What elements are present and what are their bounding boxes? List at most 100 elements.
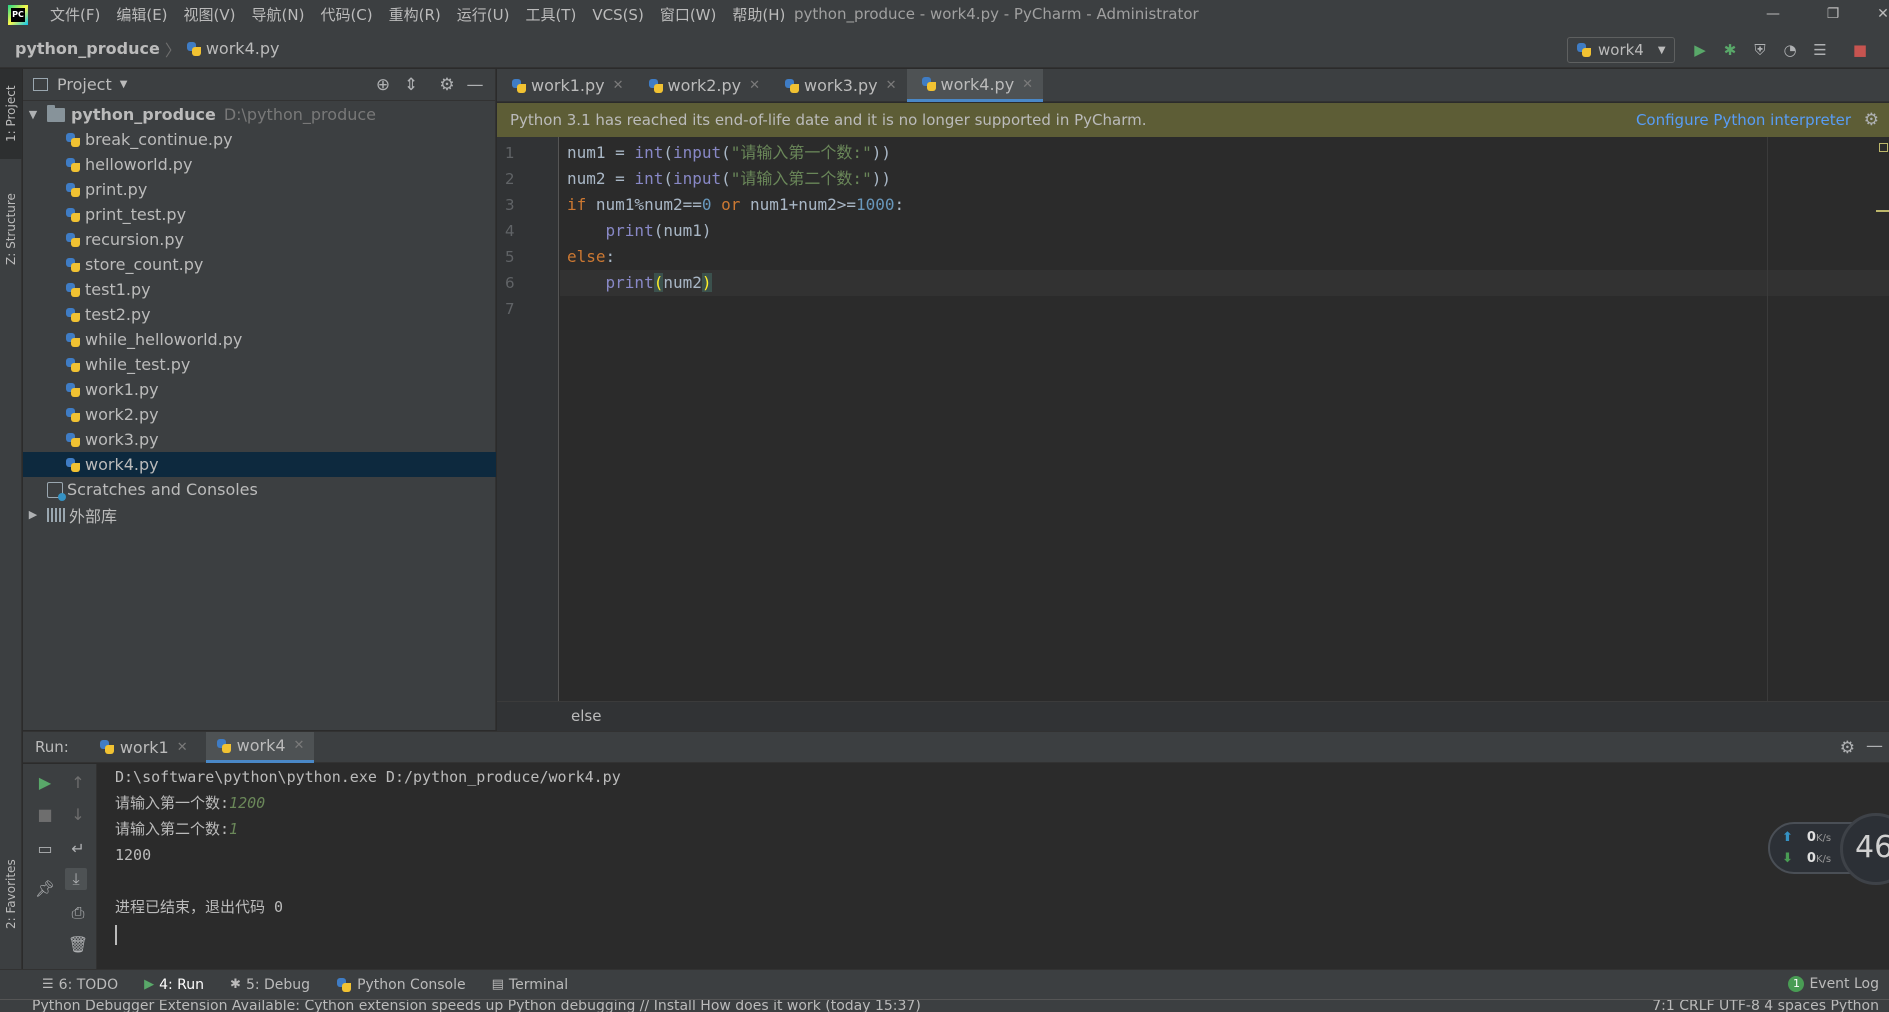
editor-tab-work2[interactable]: work2.py ✕	[634, 69, 771, 102]
tree-file-item[interactable]: work1.py	[23, 377, 496, 402]
tree-file-item[interactable]: print_test.py	[23, 202, 496, 227]
restore-icon[interactable]: ❐	[1810, 0, 1856, 30]
menu-run[interactable]: 运行(U)	[449, 0, 518, 30]
run-icon[interactable]: ▶	[1690, 40, 1710, 60]
close-tab-icon[interactable]: ✕	[294, 738, 305, 753]
breadcrumb-project[interactable]: python_produce	[15, 39, 160, 58]
minimize-icon[interactable]: —	[1750, 0, 1796, 30]
title-bar: 文件(F) 编辑(E) 视图(V) 导航(N) 代码(C) 重构(R) 运行(U…	[0, 0, 1889, 30]
menu-code[interactable]: 代码(C)	[312, 0, 380, 30]
tree-file-item[interactable]: recursion.py	[23, 227, 496, 252]
menu-tools[interactable]: 工具(T)	[517, 0, 584, 30]
tree-file-item[interactable]: work4.py	[23, 452, 496, 477]
tree-item-external-libraries[interactable]: ▶ 外部库	[23, 502, 496, 527]
python-file-icon	[186, 41, 202, 57]
profile-icon[interactable]: ◔	[1780, 40, 1800, 60]
gear-icon[interactable]: ⚙	[437, 75, 457, 95]
chevron-down-icon[interactable]: ▼	[120, 79, 128, 90]
close-tab-icon[interactable]: ✕	[886, 78, 897, 93]
menu-navigate[interactable]: 导航(N)	[244, 0, 313, 30]
tool-tab-python-console[interactable]: Python Console	[336, 977, 466, 993]
project-view-selector[interactable]: Project	[57, 75, 112, 94]
arrow-down-icon[interactable]: ↓	[67, 804, 89, 826]
tool-tab-structure-label: Z: Structure	[4, 193, 18, 265]
menu-edit[interactable]: 编辑(E)	[108, 0, 175, 30]
close-window-icon[interactable]: ✕	[1860, 0, 1889, 30]
coverage-icon[interactable]: ⛨	[1750, 40, 1770, 60]
status-indicators[interactable]: 7:1 CRLF UTF-8 4 spaces Python	[1652, 1000, 1879, 1012]
inspection-status-icon[interactable]	[1879, 143, 1888, 152]
menu-view[interactable]: 视图(V)	[176, 0, 244, 30]
tool-tab-terminal[interactable]: ▤ Terminal	[492, 977, 568, 993]
close-tab-icon[interactable]: ✕	[177, 740, 188, 755]
tool-tab-todo[interactable]: ☰ 6: TODO	[42, 977, 118, 993]
menu-refactor[interactable]: 重构(R)	[381, 0, 449, 30]
stop-icon[interactable]: ■	[1850, 40, 1870, 60]
pin-icon[interactable]: 📌︎	[34, 878, 56, 900]
editor-tab-work3[interactable]: work3.py ✕	[770, 69, 907, 102]
tree-root[interactable]: ▼ python_produce D:\python_produce	[23, 102, 496, 127]
tree-file-item[interactable]: test2.py	[23, 302, 496, 327]
print-icon[interactable]: ⎙	[67, 902, 89, 924]
locate-icon[interactable]: ⊕	[373, 75, 393, 95]
stop-icon[interactable]: ■	[34, 804, 56, 826]
status-message[interactable]: Python Debugger Extension Available: Cyt…	[32, 1000, 921, 1012]
layout-icon[interactable]: ▭	[34, 838, 56, 860]
tool-tab-event-log[interactable]: 1 Event Log	[1788, 976, 1879, 992]
expand-arrow-icon[interactable]: ▼	[25, 108, 41, 121]
tool-tab-favorites[interactable]: 2: Favorites	[0, 849, 22, 939]
run-console[interactable]: D:\software\python\python.exe D:/python_…	[98, 764, 1889, 969]
editor-tab-work1[interactable]: work1.py ✕	[497, 69, 634, 102]
run-tab-work1[interactable]: work1 ✕	[89, 732, 198, 763]
close-tab-icon[interactable]: ✕	[613, 78, 624, 93]
collapse-all-icon[interactable]: ⇕	[401, 75, 421, 95]
run-tab-work4[interactable]: work4 ✕	[205, 731, 315, 763]
tree-file-item[interactable]: helloworld.py	[23, 152, 496, 177]
run-config-select[interactable]: work4 ▼	[1567, 37, 1675, 63]
menu-window[interactable]: 窗口(W)	[652, 0, 725, 30]
code-breadcrumb-item[interactable]: else	[571, 707, 601, 725]
configure-interpreter-link[interactable]: Configure Python interpreter	[1636, 111, 1851, 129]
scroll-to-end-icon[interactable]: ⤓	[65, 868, 87, 890]
code-editor[interactable]: num1 = int(input("请输入第一个数:")) num2 = int…	[560, 137, 1889, 701]
tool-tab-run[interactable]: ▶ 4: Run	[144, 977, 204, 993]
upload-speed: ⬆ 0K/s	[1782, 830, 1831, 845]
breadcrumb: python_produce 〉 work4.py	[15, 37, 279, 61]
console-prompt: 请输入第一个数:	[115, 794, 230, 812]
concurrency-icon[interactable]: ☰	[1810, 40, 1830, 60]
tree-file-item[interactable]: work2.py	[23, 402, 496, 427]
menu-help[interactable]: 帮助(H)	[724, 0, 793, 30]
soft-wrap-icon[interactable]: ↵	[67, 838, 89, 860]
tree-file-item[interactable]: store_count.py	[23, 252, 496, 277]
scrollbar-warning-marker[interactable]	[1876, 210, 1889, 212]
breadcrumb-file[interactable]: work4.py	[206, 39, 280, 58]
console-line: 请输入第二个数:1	[115, 816, 238, 842]
tree-file-item[interactable]: print.py	[23, 177, 496, 202]
tool-tab-project[interactable]: 1: Project	[0, 69, 22, 159]
hide-panel-icon[interactable]: —	[1866, 736, 1883, 756]
menu-file[interactable]: 文件(F)	[42, 0, 108, 30]
menu-vcs[interactable]: VCS(S)	[584, 0, 651, 30]
trash-icon[interactable]: 🗑︎	[67, 934, 89, 956]
editor-tab-work4[interactable]: work4.py ✕	[906, 69, 1044, 102]
debug-icon[interactable]: ✱	[1720, 40, 1740, 60]
tree-file-item[interactable]: test1.py	[23, 277, 496, 302]
hide-panel-icon[interactable]: —	[465, 75, 485, 95]
tree-file-item[interactable]: while_test.py	[23, 352, 496, 377]
rerun-icon[interactable]: ▶	[34, 772, 56, 794]
tool-tab-debug[interactable]: ✱ 5: Debug	[230, 977, 310, 993]
tree-item-scratches[interactable]: Scratches and Consoles	[23, 477, 496, 502]
tree-file-label: print.py	[85, 180, 148, 199]
tree-file-item[interactable]: work3.py	[23, 427, 496, 452]
folder-icon	[47, 104, 65, 122]
arrow-up-icon[interactable]: ↑	[67, 772, 89, 794]
close-tab-icon[interactable]: ✕	[749, 78, 760, 93]
tree-root-path: D:\python_produce	[223, 105, 377, 124]
tree-file-item[interactable]: break_continue.py	[23, 127, 496, 152]
gear-icon[interactable]: ⚙	[1864, 110, 1879, 130]
tree-file-item[interactable]: while_helloworld.py	[23, 327, 496, 352]
tool-tab-structure[interactable]: Z: Structure	[0, 179, 22, 279]
close-tab-icon[interactable]: ✕	[1022, 77, 1033, 92]
gear-icon[interactable]: ⚙	[1840, 738, 1855, 758]
expand-arrow-icon[interactable]: ▶	[25, 508, 41, 521]
